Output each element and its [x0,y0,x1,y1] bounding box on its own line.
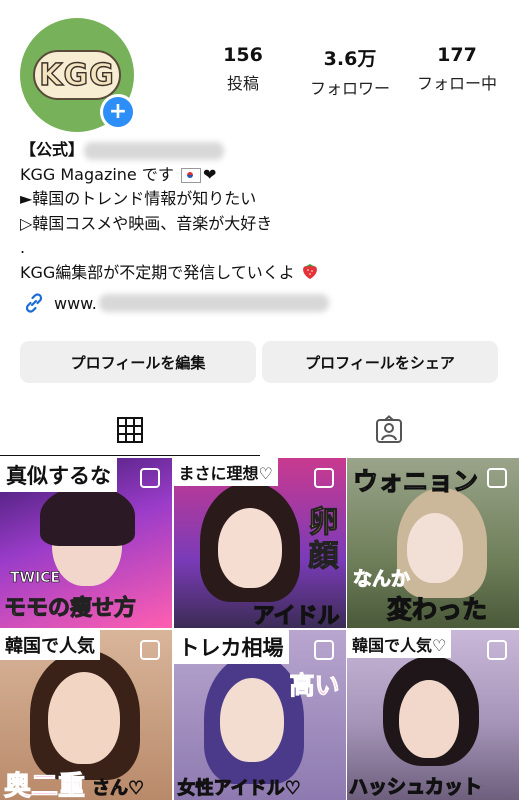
bio-line-1: KGG Magazine です ❤ [20,163,320,188]
post-image [48,672,120,764]
avatar-logo: KGG [33,50,121,100]
tagged-person-icon [376,415,403,443]
tab-grid[interactable] [0,404,260,456]
post-caption-suffix: さん♡ [91,778,145,800]
profile-stats: 156 投稿 3.6万 フォロワー 177 フォロー中 [190,44,510,99]
post-subtitle: 高い [289,671,340,701]
multi-post-icon [313,640,334,660]
profile-avatar[interactable]: KGG + [20,18,136,132]
grid-icon [116,417,143,443]
bio-line-4: . [20,238,26,257]
post-title: 韓国で人気 [0,630,100,660]
post-caption-1: なんか [352,568,411,591]
multi-post-icon [140,468,160,488]
post-title: まさに理想♡ [173,458,278,486]
following-label: フォロー中 [416,74,497,93]
bio-line-3: ▷韓国コスメや映画、音楽が大好き [20,213,273,233]
followers-label: フォロワー [309,79,390,98]
post-tile[interactable]: 韓国で人気 奥二重 さん♡ [0,630,172,800]
following-count: 177 [437,44,477,66]
link-icon [25,293,43,313]
share-profile-button[interactable]: プロフィールをシェア [262,341,498,383]
post-caption: アイドル [252,603,340,628]
profile-link[interactable]: www. [22,291,329,315]
posts-label: 投稿 [226,74,259,93]
post-title: 韓国で人気♡ [347,630,452,658]
post-title: トレカ相場 [173,630,289,664]
post-caption: 奥二重 [4,771,86,800]
multi-post-icon [487,468,507,488]
post-caption-2: 変わった [386,594,488,624]
post-caption: ハッシュカット [348,775,483,798]
bio-name-line: 【公式】 [20,138,320,163]
post-title: 真似するな [0,458,117,492]
multi-post-icon [487,640,507,660]
post-tile[interactable]: まさに理想♡ 卵顔 アイドル [173,458,346,628]
post-title: ウォニョン [352,466,479,496]
post-image [407,513,463,583]
tab-tagged[interactable] [260,404,519,456]
post-tile[interactable]: 真似するな TWICE モモの痩せ方 [0,458,172,628]
post-tile[interactable]: 韓国で人気♡ ハッシュカット [347,630,519,800]
bio-text-1: KGG Magazine です [20,164,174,184]
post-image [399,680,459,758]
strawberry-icon [302,263,317,279]
link-text: www. [54,293,97,313]
posts-count: 156 [223,44,263,66]
official-tag: 【公式】 [20,140,85,159]
post-image [219,678,284,762]
post-caption: 女性アイドル♡ [177,778,301,800]
stat-following[interactable]: 177 フォロー中 [404,44,510,99]
add-story-icon[interactable]: + [100,94,136,130]
stat-followers[interactable]: 3.6万 フォロワー [297,44,403,99]
bio-line-2: ►韓国のトレンド情報が知りたい [20,189,257,208]
profile-tabs [0,404,519,456]
bio-text-5: KGG編集部が不定期で発信していくよ [20,262,295,282]
blurred-url [98,294,329,312]
multi-post-icon [313,468,334,488]
heart-icon: ❤ [202,164,217,184]
post-subtitle: TWICE [10,570,61,587]
edit-profile-button[interactable]: プロフィールを編集 [20,341,256,383]
stat-posts[interactable]: 156 投稿 [190,44,296,99]
post-image-hair [40,486,135,546]
multi-post-icon [140,640,160,660]
profile-actions: プロフィールを編集 プロフィールをシェア [20,341,498,383]
post-side-text: 卵顔 [308,505,339,574]
profile-bio: 【公式】 KGG Magazine です ❤ ►韓国のトレンド情報が知りたい ▷… [20,138,320,285]
posts-grid: 真似するな TWICE モモの痩せ方 まさに理想♡ 卵顔 アイドル ウォニョン … [0,458,519,800]
korea-flag-icon [180,167,201,183]
post-tile[interactable]: トレカ相場 高い 女性アイドル♡ [173,630,346,800]
post-caption: モモの痩せ方 [3,596,137,622]
post-image [217,508,282,588]
followers-count: 3.6万 [323,48,377,70]
blurred-name [84,141,225,160]
post-tile[interactable]: ウォニョン なんか 変わった [347,458,519,628]
bio-line-5: KGG編集部が不定期で発信していくよ [20,261,320,286]
